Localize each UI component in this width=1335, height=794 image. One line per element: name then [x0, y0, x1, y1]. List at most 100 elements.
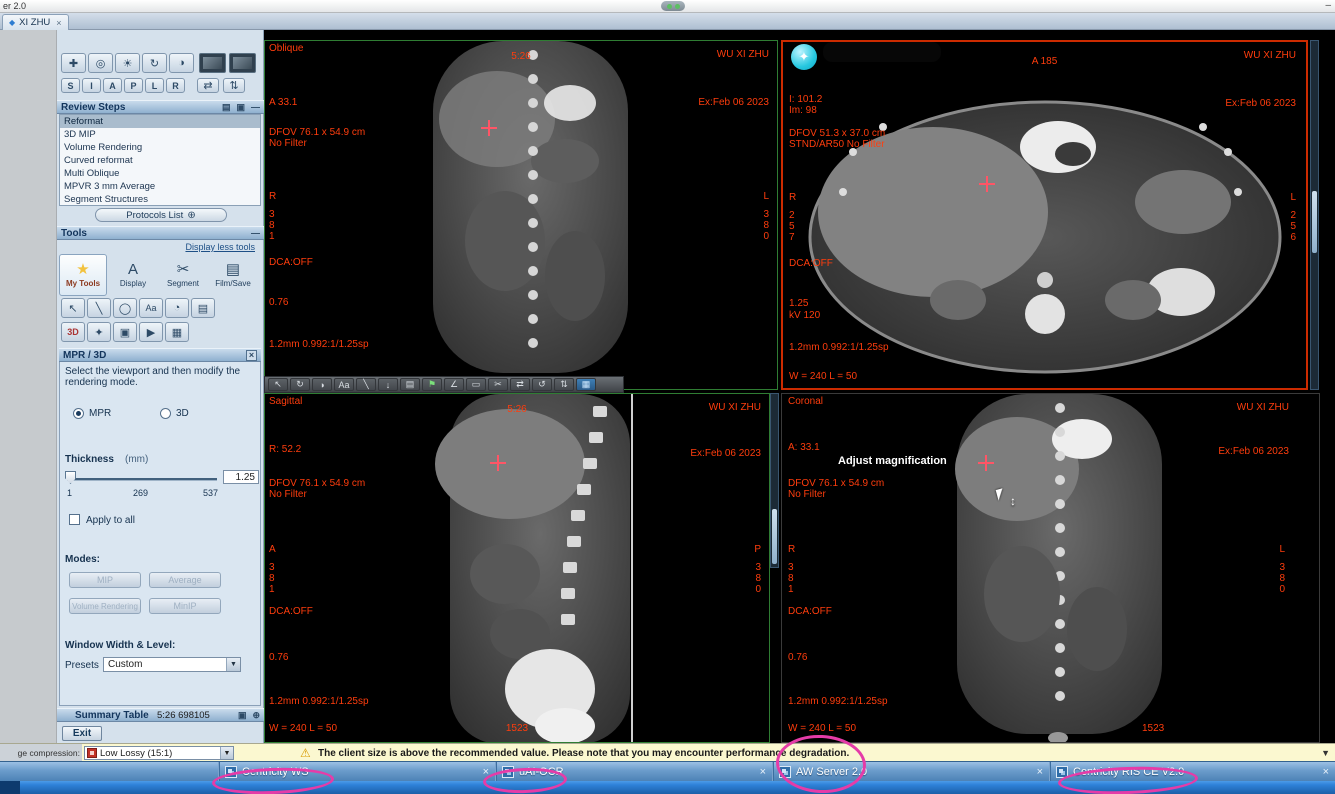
film-icon[interactable]: ▤: [222, 102, 231, 113]
protocols-list-button[interactable]: Protocols List ⊕: [95, 208, 227, 222]
contrast-tool-icon[interactable]: ◑: [312, 378, 332, 391]
letter-button-r[interactable]: R: [166, 78, 185, 93]
step-mpvr-average[interactable]: MPVR 3 mm Average: [60, 180, 260, 193]
axial-scrollbar-thumb[interactable]: [1312, 191, 1317, 253]
line-tool-icon[interactable]: ╲: [356, 378, 376, 391]
step-multi-oblique[interactable]: Multi Oblique: [60, 167, 260, 180]
collapse-icon[interactable]: —: [251, 102, 260, 112]
status-dropdown-icon[interactable]: ▼: [1321, 748, 1330, 758]
presets-select[interactable]: Custom ▼: [103, 657, 241, 672]
save-tool-icon[interactable]: ↓: [378, 378, 398, 391]
mpr-radio[interactable]: [73, 408, 84, 419]
film-tool-icon[interactable]: ▤: [400, 378, 420, 391]
taskbar-label: uAI-OCR: [519, 766, 564, 778]
rotate-tool-icon[interactable]: ↻: [142, 53, 167, 73]
compression-dropdown-icon[interactable]: ▼: [220, 747, 233, 759]
roi-tool-icon[interactable]: ▭: [466, 378, 486, 391]
flip-horizontal-icon[interactable]: ⇄: [197, 78, 219, 93]
taskbar-close-icon[interactable]: ×: [760, 766, 766, 778]
step-3d-mip[interactable]: 3D MIP: [60, 128, 260, 141]
flip-vertical-icon[interactable]: ⇅: [223, 78, 245, 93]
viewport-sagittal[interactable]: Sagittal 5:26 WU XI ZHU R: 52.2 Ex:Feb 0…: [264, 393, 770, 743]
viewport-oblique[interactable]: Oblique 5:26 WU XI ZHU A 33.1 Ex:Feb 06 …: [264, 40, 778, 390]
patient-tab[interactable]: ◆ XI ZHU ×: [2, 14, 69, 30]
rotate-tool-icon[interactable]: ↻: [290, 378, 310, 391]
swap-tool-icon[interactable]: ⇅: [554, 378, 574, 391]
letter-button-a[interactable]: A: [103, 78, 122, 93]
taskbar-item-centricity-ris[interactable]: Centricity RIS CE V2.0 ×: [1049, 762, 1335, 782]
flag-tool-icon[interactable]: ⚑: [422, 378, 442, 391]
zoom-tool-icon[interactable]: ◎: [88, 53, 113, 73]
invert-tool-icon[interactable]: ◑: [169, 53, 194, 73]
film-tool-icon[interactable]: ▤: [191, 298, 215, 318]
sagittal-scrollbar[interactable]: [770, 393, 779, 568]
pie-tool-icon[interactable]: ◔: [165, 298, 189, 318]
mip-button[interactable]: MIP: [69, 572, 141, 588]
pan-tool-icon[interactable]: ✚: [61, 53, 86, 73]
taskbar-item-aw-server[interactable]: AW Server 2.0 ×: [772, 762, 1049, 782]
summary-plus-icon[interactable]: ⊕: [252, 710, 260, 721]
thickness-value[interactable]: 1.25: [223, 470, 259, 484]
cut-tool-icon[interactable]: ✂: [488, 378, 508, 391]
3d-radio[interactable]: [160, 408, 171, 419]
exit-button[interactable]: Exit: [62, 726, 102, 741]
link-tool-icon[interactable]: ⇄: [510, 378, 530, 391]
annotate-tool-icon[interactable]: Aa: [334, 378, 354, 391]
axial-scrollbar[interactable]: [1310, 40, 1319, 390]
taskbar-item-centricity-ws[interactable]: Centricity WS ×: [218, 762, 495, 782]
volume-rendering-button[interactable]: Volume Rendering: [69, 598, 141, 614]
image-tool-icon[interactable]: ▣: [113, 322, 137, 342]
sagittal-scrollbar-thumb[interactable]: [772, 509, 777, 564]
sparkle-icon: ✦: [799, 49, 810, 65]
summary-popout-icon[interactable]: ▣: [238, 710, 247, 721]
compression-select[interactable]: Low Lossy (15:1) ▼: [84, 746, 234, 760]
taskbar-close-icon[interactable]: ×: [483, 766, 489, 778]
step-segment-structures[interactable]: Segment Structures: [60, 193, 260, 206]
cursor-tool-icon[interactable]: ↖: [61, 298, 85, 318]
letter-button-p[interactable]: P: [124, 78, 143, 93]
cine-play-icon[interactable]: ▶: [139, 322, 163, 342]
ai-assistant-icon[interactable]: ✦: [791, 44, 817, 70]
letter-button-l[interactable]: L: [145, 78, 164, 93]
viewport-coronal[interactable]: Coronal WU XI ZHU A: 33.1 Adjust magnifi…: [781, 393, 1320, 743]
taskbar-close-icon[interactable]: ×: [1323, 766, 1329, 778]
thickness-slider-track[interactable]: [67, 478, 217, 481]
step-curved-reformat[interactable]: Curved reformat: [60, 154, 260, 167]
mpr-close-icon[interactable]: ×: [246, 350, 257, 361]
apply-all-checkbox[interactable]: [69, 514, 80, 525]
line-tool-icon[interactable]: ╲: [87, 298, 111, 318]
minip-button[interactable]: MinIP: [149, 598, 221, 614]
taskbar-item-uai-ocr[interactable]: uAI-OCR ×: [495, 762, 772, 782]
tile-my-tools[interactable]: ★ My Tools: [59, 254, 107, 296]
pointer-tool-icon[interactable]: ↖: [268, 378, 288, 391]
text-tool-icon[interactable]: Aa: [139, 298, 163, 318]
app-icon: [1056, 766, 1068, 778]
layout-grid-icon[interactable]: ▦: [576, 378, 596, 391]
tile-display[interactable]: A Display: [109, 254, 157, 296]
slice-info: 1.2mm 0.992:1/1.25sp: [269, 339, 369, 350]
magic-wand-icon[interactable]: ✦: [87, 322, 111, 342]
grid-tool-icon[interactable]: ▦: [165, 322, 189, 342]
window-level-icon[interactable]: ☀: [115, 53, 140, 73]
minimize-icon[interactable]: –: [1325, 0, 1331, 11]
layout-preview-button-2[interactable]: [229, 53, 256, 73]
reset-tool-icon[interactable]: ↺: [532, 378, 552, 391]
angle-tool-icon[interactable]: ∠: [444, 378, 464, 391]
layout-preview-button-1[interactable]: [199, 53, 226, 73]
presets-dropdown-icon[interactable]: ▼: [226, 658, 240, 671]
letter-button-s[interactable]: S: [61, 78, 80, 93]
tile-segment[interactable]: ✂ Segment: [159, 254, 207, 296]
tab-close-icon[interactable]: ×: [56, 18, 61, 28]
tile-film-save[interactable]: ▤ Film/Save: [209, 254, 257, 296]
camera-icon[interactable]: ▣: [236, 102, 245, 113]
viewport-axial[interactable]: ✦ A 185 WU XI ZHU I: 101.2 Im: 98 Ex:Feb…: [781, 40, 1308, 390]
letter-button-i[interactable]: I: [82, 78, 101, 93]
3d-glasses-icon[interactable]: 3D: [61, 322, 85, 342]
tools-collapse-icon[interactable]: —: [251, 228, 260, 238]
step-reformat[interactable]: Reformat: [60, 115, 260, 128]
display-less-tools-link[interactable]: Display less tools: [185, 242, 255, 252]
step-volume-rendering[interactable]: Volume Rendering: [60, 141, 260, 154]
taskbar-close-icon[interactable]: ×: [1037, 766, 1043, 778]
average-button[interactable]: Average: [149, 572, 221, 588]
ellipse-tool-icon[interactable]: ◯: [113, 298, 137, 318]
